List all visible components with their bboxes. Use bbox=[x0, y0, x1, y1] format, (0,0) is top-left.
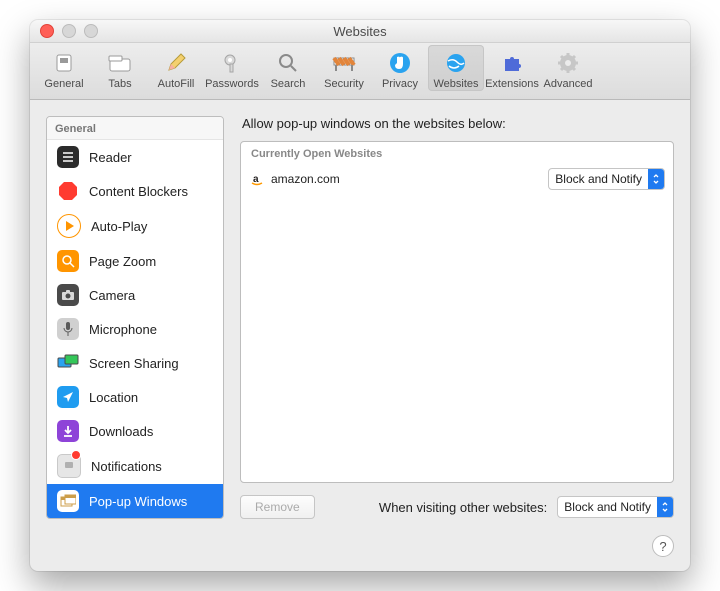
help-button[interactable]: ? bbox=[652, 535, 674, 557]
sidebar: General Reader Content Blockers Auto-Pla… bbox=[46, 116, 224, 519]
preferences-toolbar: General Tabs AutoFill Passwords Search bbox=[30, 43, 690, 100]
websites-list: Currently Open Websites a amazon.com Blo… bbox=[240, 141, 674, 483]
toolbar-passwords[interactable]: Passwords bbox=[204, 45, 260, 91]
other-websites-label: When visiting other websites: bbox=[379, 500, 547, 515]
sidebar-header: General bbox=[47, 117, 223, 140]
website-row[interactable]: a amazon.com Block and Notify bbox=[241, 166, 673, 192]
content-area: General Reader Content Blockers Auto-Pla… bbox=[30, 100, 690, 535]
sidebar-item-downloads[interactable]: Downloads bbox=[47, 414, 223, 448]
sidebar-item-notifications[interactable]: Notifications bbox=[47, 448, 223, 484]
toolbar-extensions[interactable]: Extensions bbox=[484, 45, 540, 91]
website-policy-select[interactable]: Block and Notify bbox=[548, 168, 665, 190]
sidebar-item-microphone[interactable]: Microphone bbox=[47, 312, 223, 346]
camera-icon bbox=[57, 284, 79, 306]
toolbar-security[interactable]: Security bbox=[316, 45, 372, 91]
toolbar-websites[interactable]: Websites bbox=[428, 45, 484, 91]
main-panel: Allow pop-up windows on the websites bel… bbox=[240, 116, 674, 519]
switch-icon bbox=[51, 50, 77, 76]
titlebar: Websites bbox=[30, 20, 690, 43]
remove-button[interactable]: Remove bbox=[240, 495, 315, 519]
microphone-icon bbox=[57, 318, 79, 340]
sidebar-item-content-blockers[interactable]: Content Blockers bbox=[47, 174, 223, 208]
reader-icon bbox=[57, 146, 79, 168]
chevron-up-down-icon bbox=[648, 169, 664, 189]
chevron-up-down-icon bbox=[657, 497, 673, 517]
windows-icon bbox=[57, 490, 79, 512]
play-icon bbox=[57, 214, 81, 238]
toolbar-advanced[interactable]: Advanced bbox=[540, 45, 596, 91]
toolbar-autofill[interactable]: AutoFill bbox=[148, 45, 204, 91]
website-name: amazon.com bbox=[271, 172, 542, 186]
magnifier-icon bbox=[275, 50, 301, 76]
main-heading: Allow pop-up windows on the websites bel… bbox=[242, 116, 674, 131]
sidebar-item-page-zoom[interactable]: Page Zoom bbox=[47, 244, 223, 278]
preferences-window: Websites General Tabs AutoFill Passwords bbox=[30, 20, 690, 571]
sidebar-item-location[interactable]: Location bbox=[47, 380, 223, 414]
globe-icon bbox=[443, 50, 469, 76]
sidebar-item-reader[interactable]: Reader bbox=[47, 140, 223, 174]
window-title: Websites bbox=[30, 24, 690, 39]
bottom-bar: Remove When visiting other websites: Blo… bbox=[240, 495, 674, 519]
download-icon bbox=[57, 420, 79, 442]
gear-icon bbox=[555, 50, 581, 76]
sidebar-item-auto-play[interactable]: Auto-Play bbox=[47, 208, 223, 244]
key-icon bbox=[219, 50, 245, 76]
screens-icon bbox=[57, 352, 79, 374]
stop-icon bbox=[57, 180, 79, 202]
tabs-icon bbox=[107, 50, 133, 76]
toolbar-general[interactable]: General bbox=[36, 45, 92, 91]
other-websites-policy-select[interactable]: Block and Notify bbox=[557, 496, 674, 518]
sidebar-item-popup-windows[interactable]: Pop-up Windows bbox=[47, 484, 223, 518]
list-section-label: Currently Open Websites bbox=[241, 142, 673, 166]
barricade-icon bbox=[331, 50, 357, 76]
sidebar-item-camera[interactable]: Camera bbox=[47, 278, 223, 312]
location-icon bbox=[57, 386, 79, 408]
hand-icon bbox=[387, 50, 413, 76]
pencil-icon bbox=[163, 50, 189, 76]
sidebar-item-screen-sharing[interactable]: Screen Sharing bbox=[47, 346, 223, 380]
notifications-badge bbox=[71, 450, 81, 460]
toolbar-privacy[interactable]: Privacy bbox=[372, 45, 428, 91]
zoom-icon bbox=[57, 250, 79, 272]
toolbar-search[interactable]: Search bbox=[260, 45, 316, 91]
help-row: ? bbox=[30, 535, 690, 571]
toolbar-tabs[interactable]: Tabs bbox=[92, 45, 148, 91]
amazon-favicon: a bbox=[249, 171, 265, 187]
puzzle-icon bbox=[499, 50, 525, 76]
